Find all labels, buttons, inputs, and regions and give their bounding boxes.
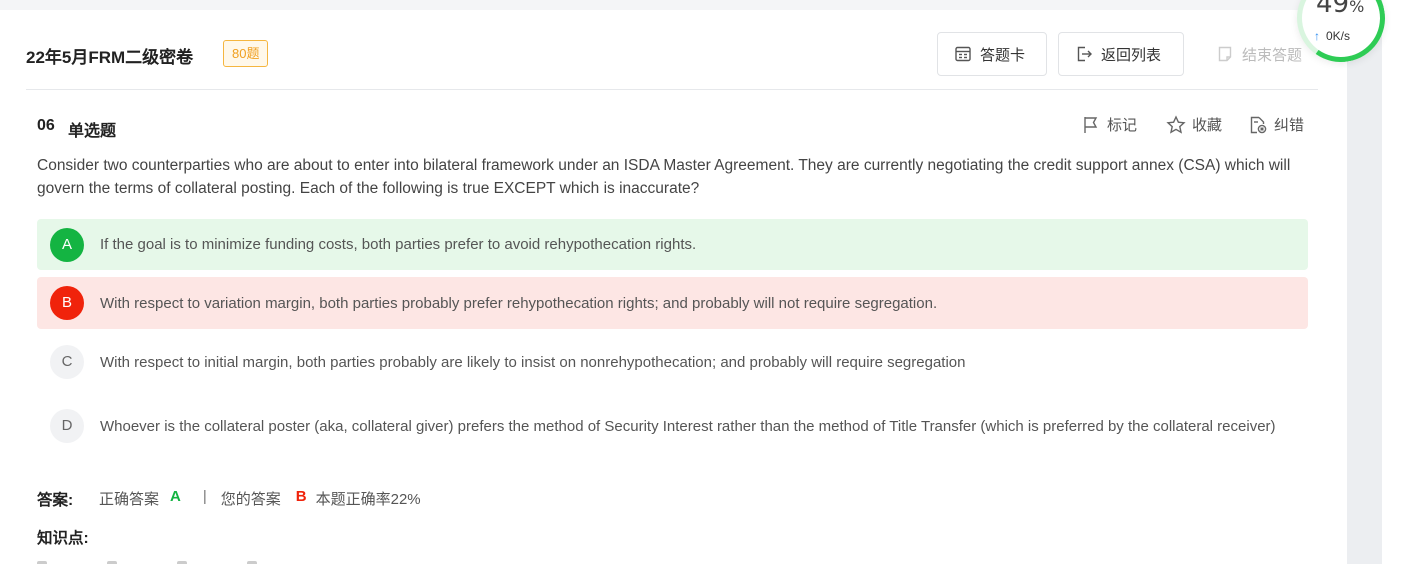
option-letter: D [50,409,84,443]
question-type: 单选题 [68,123,117,140]
option-a[interactable]: A If the goal is to minimize funding cos… [37,219,1308,270]
answer-card-icon [955,46,971,62]
back-to-list-button[interactable]: 返回列表 [1058,32,1184,76]
answer-separator: | [202,488,207,505]
option-b[interactable]: B With respect to variation margin, both… [37,277,1308,329]
flag-icon [1084,116,1098,133]
back-to-list-label: 返回列表 [1101,46,1162,64]
report-icon [1250,116,1267,133]
upload-speed: ↑ 0K/s [1314,29,1350,43]
header-divider [26,89,1318,90]
option-letter: B [50,286,84,320]
star-icon [1166,114,1186,134]
finish-answer-button[interactable]: 结束答题 [1199,32,1319,76]
exit-icon [1077,46,1092,62]
answer-card-button[interactable]: 答题卡 [937,32,1047,76]
option-text: With respect to variation margin, both p… [100,294,938,312]
finish-icon [1218,46,1232,62]
answer-summary: 正确答案 A | 您的答案 B 本题正确率22% [99,488,421,509]
correct-answer-value: A [170,488,181,505]
finish-answer-label: 结束答题 [1242,46,1303,64]
question-number: 06 [37,117,55,134]
correct-answer-label: 正确答案 [99,491,160,508]
question-count-badge: 80题 [223,40,269,67]
knowledge-point-label: 知识点: [37,530,89,547]
favorite-button[interactable]: 收藏 [1166,114,1222,135]
page-edge [1382,0,1409,564]
option-text: If the goal is to minimize funding costs… [100,236,697,253]
option-letter: C [50,345,84,379]
report-error-label: 纠错 [1274,117,1305,134]
option-text: Whoever is the collateral poster (aka, c… [100,417,1276,435]
answer-label: 答案: [37,492,74,509]
favorite-label: 收藏 [1192,117,1223,134]
option-letter: A [50,227,84,262]
option-text: With respect to initial margin, both par… [100,353,966,371]
your-answer-value: B [295,488,307,505]
answer-card-label: 答题卡 [980,46,1026,64]
arrow-up-icon: ↑ [1314,29,1320,43]
option-d[interactable]: D Whoever is the collateral poster (aka,… [37,395,1308,457]
mark-label: 标记 [1107,117,1138,134]
paper-title: 22年5月FRM二级密卷 [26,48,194,67]
cut-off-content [37,558,337,564]
question-stem: Consider two counterparties who are abou… [37,157,1291,197]
correct-rate: 本题正确率22% [315,491,421,508]
top-strip [0,0,1409,10]
memory-percent: 49% [1316,0,1365,19]
upload-speed-value: 0K/s [1326,29,1351,43]
report-error-button[interactable]: 纠错 [1248,114,1304,135]
mark-button[interactable]: 标记 [1081,114,1137,135]
your-answer-label: 您的答案 [220,491,281,508]
scroll-gutter [1347,0,1382,564]
option-c[interactable]: C With respect to initial margin, both p… [37,336,1308,388]
